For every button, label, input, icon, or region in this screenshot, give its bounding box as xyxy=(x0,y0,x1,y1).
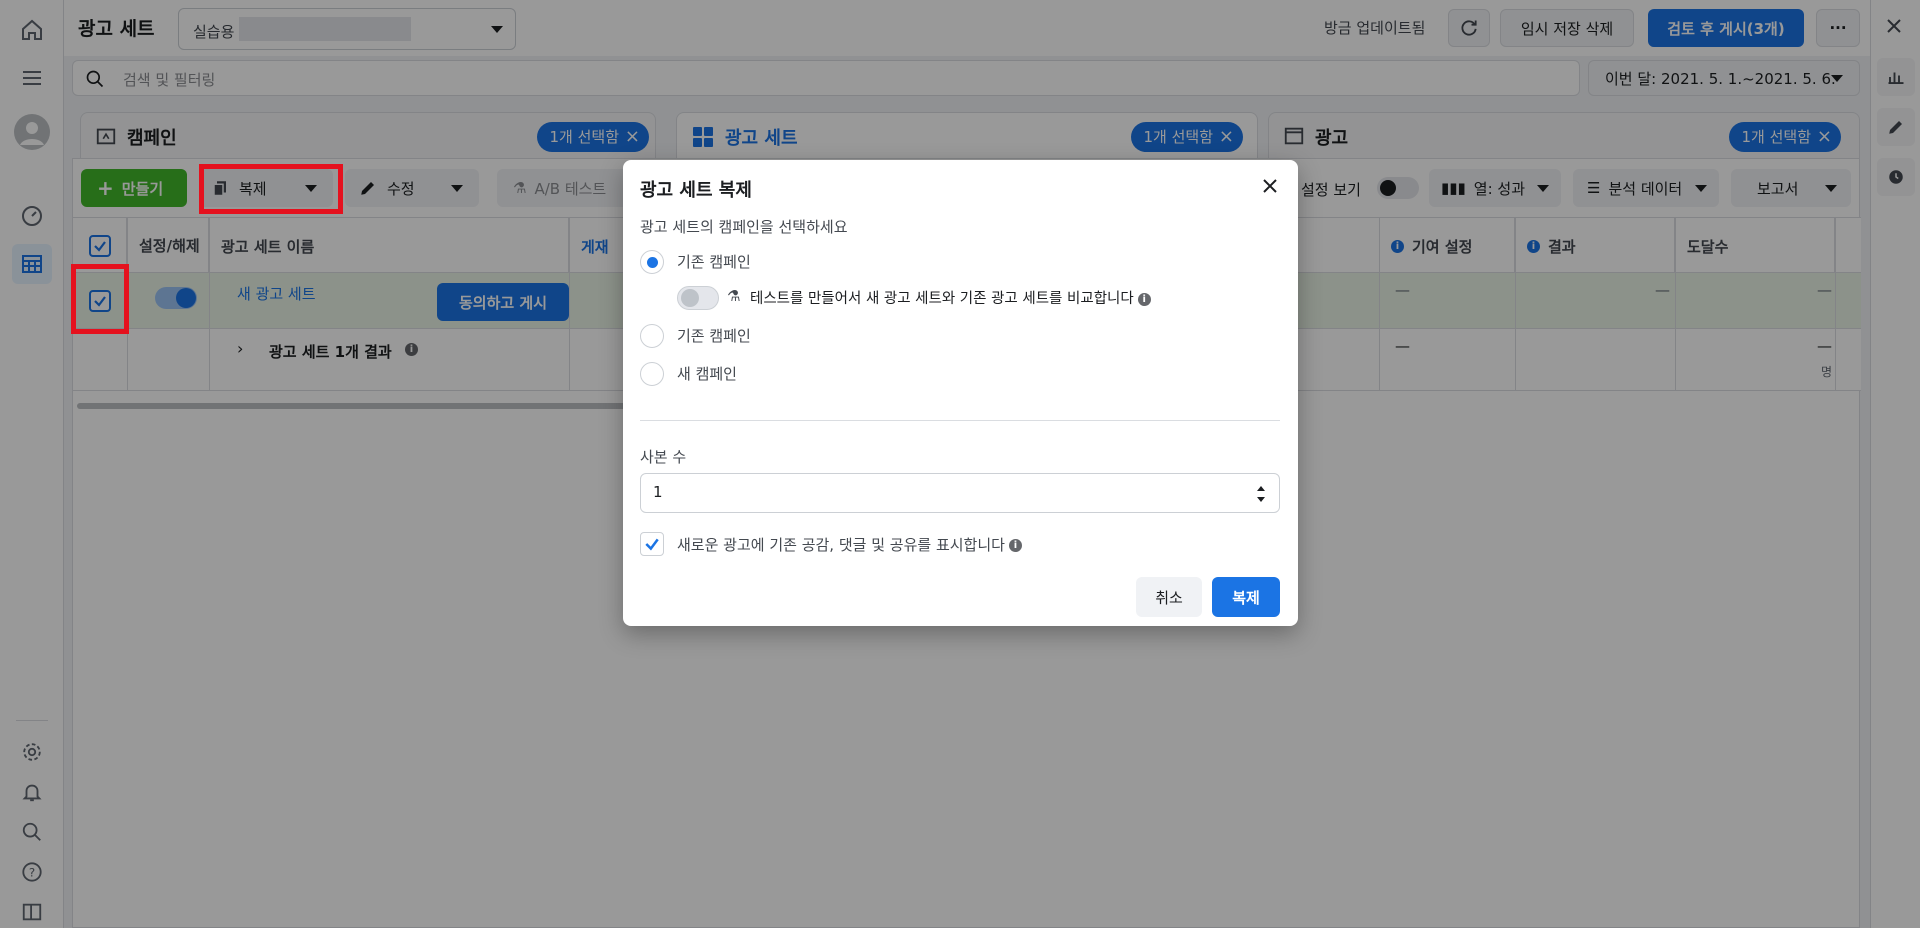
highlight-row-checkbox xyxy=(71,264,129,334)
copies-label: 사본 수 xyxy=(640,448,687,466)
test-toggle-text: 테스트를 만들어서 새 광고 세트와 기존 광고 세트를 비교합니다 i xyxy=(750,287,1151,308)
info-icon: i xyxy=(1008,539,1022,552)
dialog-divider xyxy=(640,420,1280,421)
new-campaign-label: 새 캠페인 xyxy=(677,365,737,383)
stepper-arrows-icon[interactable] xyxy=(1255,482,1267,506)
copies-value[interactable]: 1 xyxy=(653,483,663,501)
show-engagement-label: 새로운 광고에 기존 공감, 댓글 및 공유를 표시합니다 xyxy=(677,536,1005,554)
checkmark-icon xyxy=(645,538,659,551)
campaign-prompt: 광고 세트의 캠페인을 선택하세요 xyxy=(640,218,848,236)
copies-stepper[interactable]: 1 xyxy=(640,473,1280,513)
radio-existing-campaign-2[interactable] xyxy=(640,324,664,348)
test-toggle-label: 테스트를 만들어서 새 광고 세트와 기존 광고 세트를 비교합니다 xyxy=(750,291,1134,307)
radio-new-campaign[interactable] xyxy=(640,362,664,386)
duplicate-confirm-button[interactable]: 복제 xyxy=(1212,577,1280,617)
highlight-duplicate-button xyxy=(199,164,343,214)
dialog-title: 광고 세트 복제 xyxy=(640,180,752,201)
info-icon: i xyxy=(1137,292,1151,306)
show-engagement-checkbox[interactable] xyxy=(640,532,664,556)
flask-icon: ⚗ xyxy=(727,287,741,305)
close-icon[interactable] xyxy=(1262,178,1278,198)
create-test-toggle[interactable] xyxy=(677,286,719,310)
cancel-button[interactable]: 취소 xyxy=(1136,577,1202,617)
duplicate-ad-set-dialog: 광고 세트 복제 광고 세트의 캠페인을 선택하세요 기존 캠페인 ⚗ 테스트를… xyxy=(623,160,1298,626)
radio-existing-campaign[interactable] xyxy=(640,250,664,274)
show-engagement-text: 새로운 광고에 기존 공감, 댓글 및 공유를 표시합니다 i xyxy=(677,534,1022,555)
existing-campaign-label: 기존 캠페인 xyxy=(677,253,751,271)
existing-campaign-label-2: 기존 캠페인 xyxy=(677,327,751,345)
